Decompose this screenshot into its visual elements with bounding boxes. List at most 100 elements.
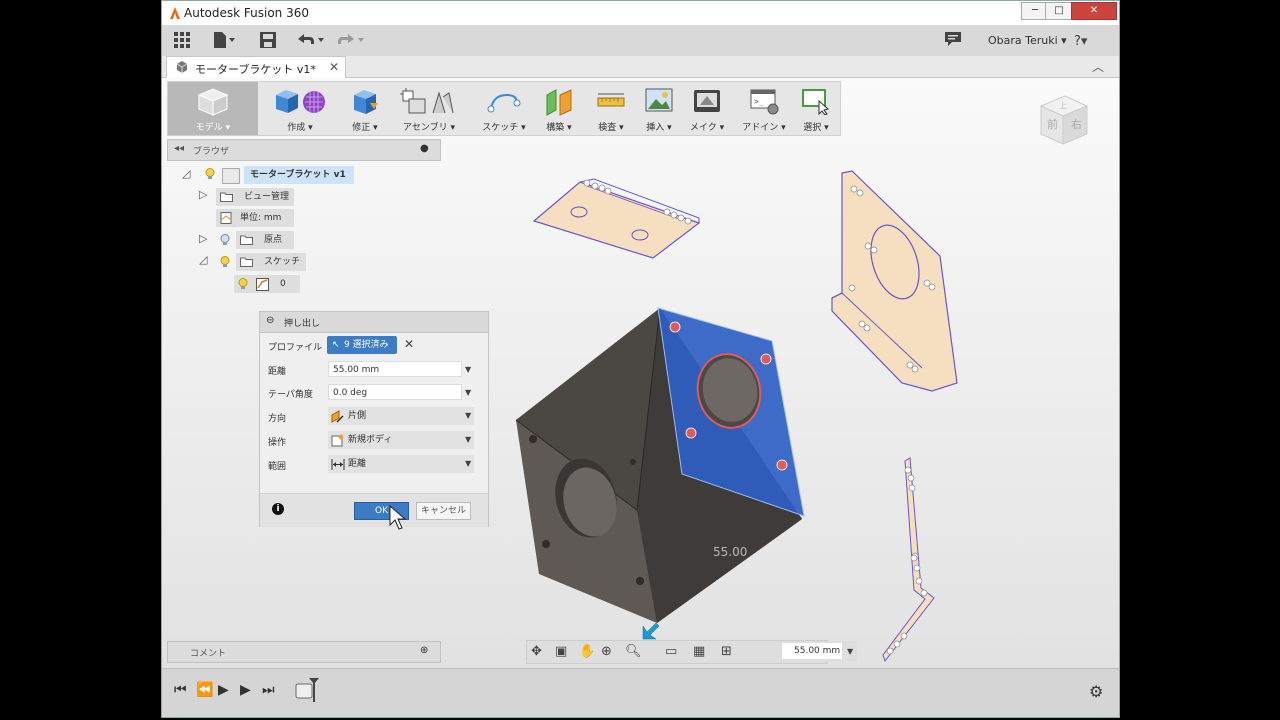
component-icon <box>176 61 188 73</box>
direction-select[interactable]: 片側 ▼ <box>328 407 474 425</box>
direction-label: 方向 <box>268 414 287 424</box>
visibility-bulb-icon[interactable] <box>220 256 230 268</box>
extent-select[interactable]: 距離 ▼ <box>328 455 474 473</box>
pan-hand-icon[interactable]: ✋ <box>579 644 595 659</box>
taper-angle-input[interactable]: 0.0 deg <box>328 384 462 400</box>
expand-root-icon[interactable]: ◿ <box>182 167 190 180</box>
dimension-dropdown-icon[interactable]: ▼ <box>847 647 853 656</box>
zoom-window-icon[interactable]: ⊕ <box>601 644 612 659</box>
collapse-panel-icon[interactable]: ◂◂ <box>174 143 184 154</box>
toolbar-label: 構築 ▾ <box>546 123 572 133</box>
workspace-model-button[interactable]: モデル ▾ <box>168 82 258 135</box>
extrude-dialog-header[interactable]: ⊖ 押し出し <box>260 312 488 333</box>
maximize-button[interactable]: □ <box>1045 2 1073 20</box>
dimension-input-box: 55.00 mm ▼ <box>767 641 857 661</box>
assemble-joint-icon <box>399 87 459 120</box>
sketch-line-icon <box>487 87 521 120</box>
browser-node-units[interactable]: 単位: mm <box>216 209 294 227</box>
add-comment-icon[interactable]: ⊕ <box>420 645 428 656</box>
step-back-icon[interactable]: ⏪ <box>196 682 213 698</box>
inspect-menu-button[interactable]: 検査 ▾ <box>586 82 636 135</box>
expand-view-management-icon[interactable]: ▷ <box>199 188 207 201</box>
sketch-profile-l-bracket <box>831 170 958 392</box>
view-cube-top-label: 上 <box>1059 101 1067 110</box>
redo-icon[interactable] <box>336 32 366 52</box>
collapse-dialog-icon[interactable]: ⊖ <box>266 315 274 326</box>
save-icon[interactable] <box>260 32 276 52</box>
assemble-menu-button[interactable]: アセンブリ ▾ <box>394 82 464 135</box>
3d-viewport[interactable]: 55.00 前 右 上 モデル ▾ 作成 ▾ 修正 ▾ アセンブリ ▾ スケッチ… <box>162 78 1119 668</box>
sketch-menu-button[interactable]: スケッチ ▾ <box>474 82 534 135</box>
info-icon[interactable]: i <box>272 503 284 515</box>
clear-selection-icon[interactable]: ✕ <box>404 337 414 351</box>
timeline-settings-gear-icon[interactable]: ⚙ <box>1089 682 1103 701</box>
profile-selection-value: 9 選択済み <box>344 340 389 350</box>
browser-node-sketches[interactable]: スケッチ <box>236 253 306 271</box>
display-settings-icon[interactable]: ▭ <box>665 644 677 659</box>
orbit-icon[interactable]: ✥ <box>531 644 542 659</box>
sketch-icon <box>256 278 269 291</box>
units-document-icon <box>220 212 232 224</box>
user-account-menu[interactable]: Obara Teruki ▾ <box>988 34 1067 47</box>
zoom-fit-icon[interactable]: 🔍︎ <box>625 644 642 659</box>
grid-settings-icon[interactable]: ▦ <box>693 644 705 659</box>
modify-menu-button[interactable]: 修正 ▾ <box>340 82 390 135</box>
browser-root-node[interactable]: モーターブラケット v1 <box>244 166 354 184</box>
visibility-bulb-icon[interactable] <box>220 234 230 246</box>
profile-selection-button[interactable]: ↖ 9 選択済み <box>327 336 397 354</box>
application-window: Autodesk Fusion 360 ─ □ ✕ Obara Teruki ▾… <box>161 0 1120 718</box>
extent-dropdown-icon: ▼ <box>465 459 472 468</box>
close-window-button[interactable]: ✕ <box>1071 2 1117 20</box>
document-tab[interactable]: モーターブラケット v1* ✕ <box>166 56 346 78</box>
taper-dropdown-icon[interactable]: ▼ <box>465 388 471 397</box>
collapse-chevron-up-icon[interactable]: ︿ <box>1092 58 1104 75</box>
toolbar-label: 挿入 ▾ <box>646 123 672 133</box>
view-cube[interactable]: 前 右 上 <box>1035 92 1091 148</box>
look-at-icon[interactable]: ▣ <box>555 644 567 659</box>
browser-node-origin[interactable]: 原点 <box>236 231 294 249</box>
direction-one-side-icon <box>331 410 344 423</box>
modify-press-pull-icon <box>350 87 380 120</box>
toolbar-label: モデル ▾ <box>195 123 231 133</box>
svg-text:>_: >_ <box>754 97 764 106</box>
file-menu-icon[interactable] <box>213 32 235 52</box>
timeline-sketch-feature-icon[interactable] <box>295 678 321 702</box>
help-menu[interactable]: ?▾ <box>1074 33 1087 51</box>
browser-node-view-management[interactable]: ビュー管理 <box>216 188 294 206</box>
comments-panel-header[interactable]: コメント ⊕ <box>167 641 441 663</box>
close-tab-icon[interactable]: ✕ <box>329 60 339 74</box>
distance-dropdown-icon[interactable]: ▼ <box>465 365 471 374</box>
expand-sketches-icon[interactable]: ◿ <box>199 253 207 266</box>
distance-input[interactable]: 55.00 mm <box>328 361 462 377</box>
title-bar: Autodesk Fusion 360 ─ □ ✕ <box>162 1 1119 25</box>
make-menu-button[interactable]: メイク ▾ <box>684 82 730 135</box>
new-body-icon <box>331 434 344 447</box>
browser-panel-header[interactable]: ◂◂ ブラウザ ● <box>167 139 441 161</box>
dimension-input[interactable]: 55.00 mm <box>782 643 842 659</box>
operation-label: 操作 <box>268 438 287 448</box>
addins-menu-button[interactable]: >_ アドイン ▾ <box>734 82 794 135</box>
operation-select[interactable]: 新規ボディ ▼ <box>328 431 474 449</box>
panel-toggle-icon[interactable]: ● <box>420 143 429 154</box>
play-icon[interactable]: ▶ <box>218 682 229 698</box>
component-root-icon <box>222 168 240 184</box>
viewports-icon[interactable]: ⊞ <box>721 644 732 659</box>
go-to-start-icon[interactable]: ⏮ <box>174 682 187 698</box>
select-menu-button[interactable]: 選択 ▾ <box>794 82 838 135</box>
notifications-icon[interactable] <box>945 32 961 50</box>
go-to-end-icon[interactable]: ⏭ <box>262 682 275 698</box>
insert-menu-button[interactable]: 挿入 ▾ <box>638 82 680 135</box>
undo-icon[interactable] <box>296 32 326 52</box>
browser-node-sketch-0[interactable]: 0 <box>234 275 300 293</box>
create-menu-button[interactable]: 作成 ▾ <box>264 82 336 135</box>
construct-menu-button[interactable]: 構築 ▾ <box>534 82 584 135</box>
data-panel-grid-icon[interactable] <box>174 32 190 52</box>
browser-node-label: 0 <box>280 279 286 289</box>
inspect-measure-icon <box>596 87 626 120</box>
fusion-app-icon <box>170 7 180 19</box>
step-forward-icon[interactable]: ▶ <box>240 682 251 698</box>
expand-origin-icon[interactable]: ▷ <box>199 232 207 245</box>
cancel-button[interactable]: キャンセル <box>416 502 471 520</box>
visibility-bulb-icon[interactable] <box>238 278 248 290</box>
visibility-bulb-icon[interactable] <box>205 168 215 180</box>
